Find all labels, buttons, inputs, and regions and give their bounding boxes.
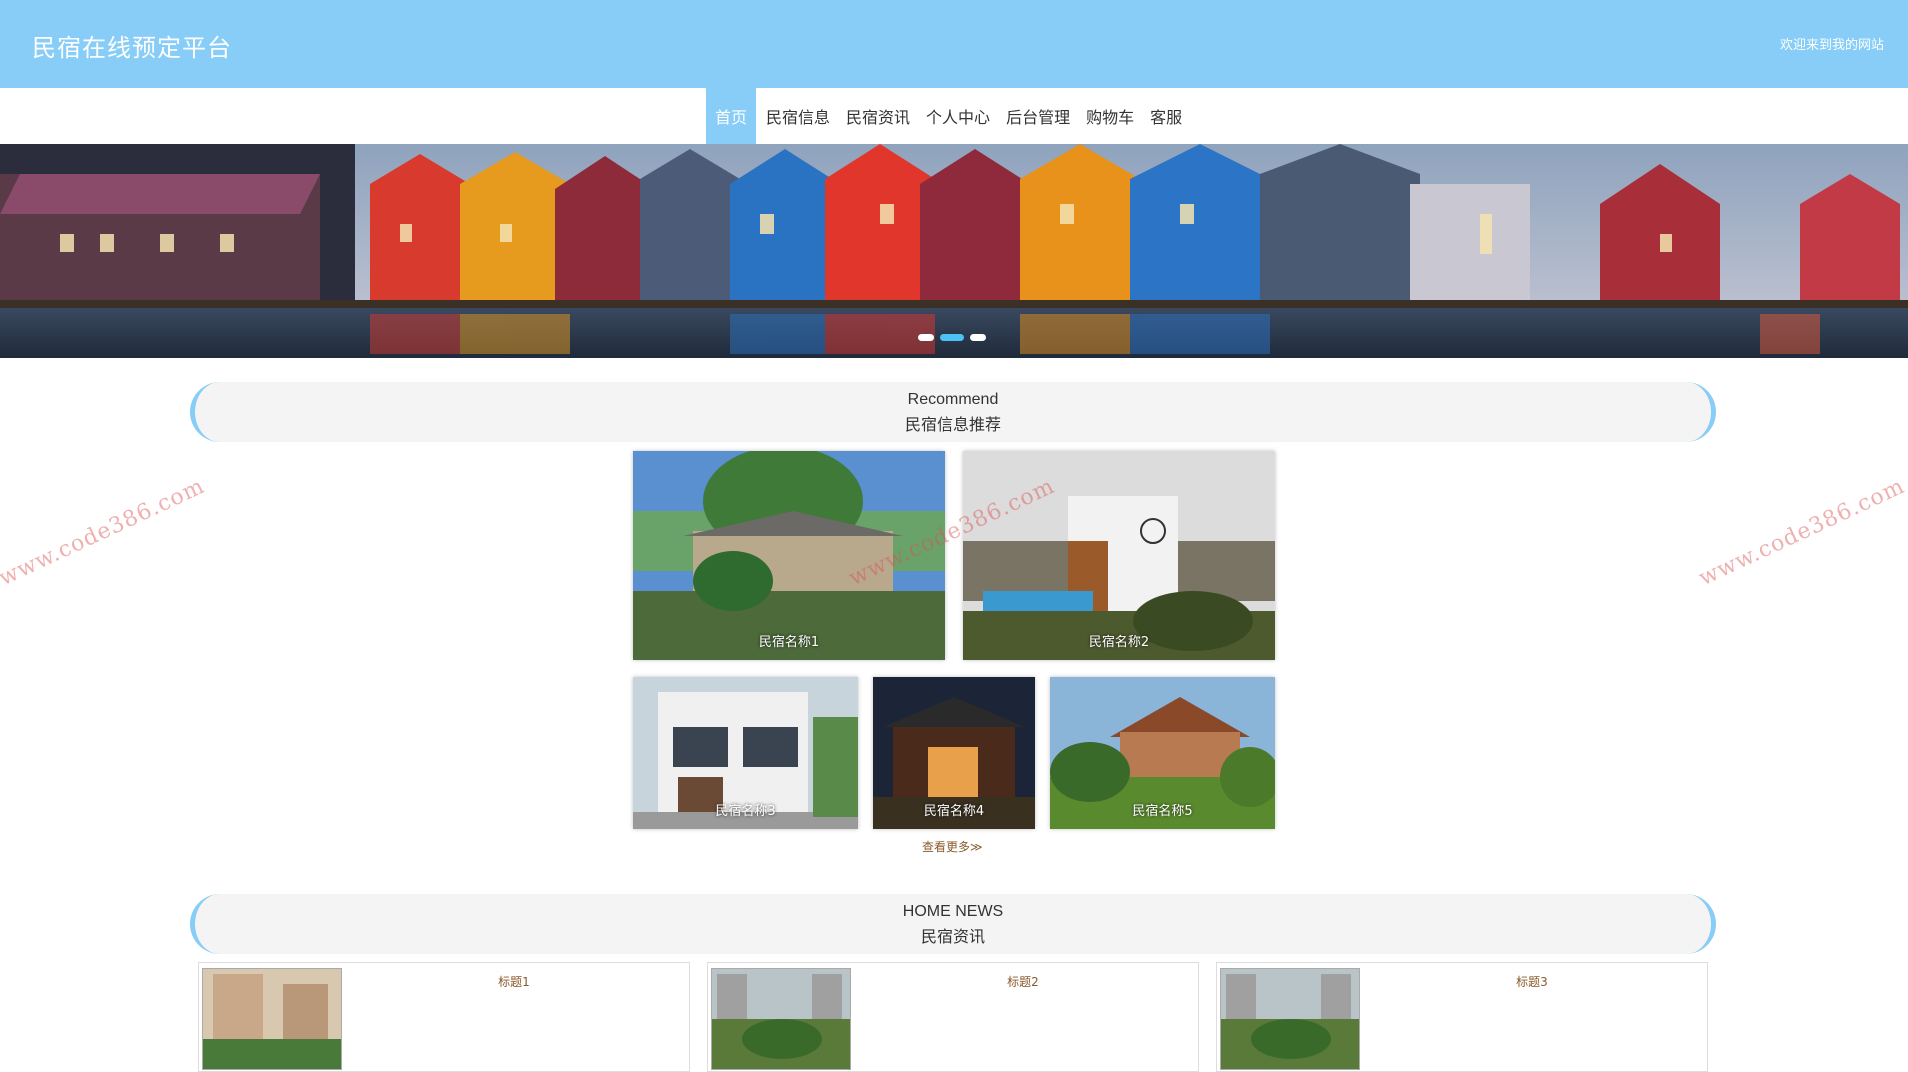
homestay-image-1 (633, 451, 945, 660)
recommend-title-en: Recommend (907, 391, 999, 408)
site-title[interactable]: 民宿在线预定平台 (32, 28, 232, 63)
recommend-section-header: Recommend 民宿信息推荐 (190, 382, 1716, 442)
carousel-dot-3[interactable] (970, 334, 986, 341)
nav-item-homestay-news[interactable]: 民宿资讯 (838, 88, 918, 144)
nav-item-admin[interactable]: 后台管理 (998, 88, 1078, 144)
carousel-dot-1[interactable] (918, 334, 934, 341)
news-title-cn: 民宿资讯 (920, 927, 985, 946)
nav-list: 首页 民宿信息 民宿资讯 个人中心 后台管理 购物车 客服 (706, 88, 1190, 144)
nav-item-personal-center[interactable]: 个人中心 (918, 88, 998, 144)
nav-item-customer-service[interactable]: 客服 (1142, 88, 1190, 144)
watermark-right: www.code386.com (1695, 473, 1908, 592)
news-section-header: HOME NEWS 民宿资讯 (190, 894, 1716, 954)
recommend-name-1: 民宿名称1 (758, 635, 820, 650)
welcome-text: 欢迎来到我的网站 (1779, 38, 1884, 53)
recommend-card-2[interactable]: 民宿名称2 (963, 451, 1275, 660)
view-more-link[interactable]: 查看更多≫ (922, 838, 983, 855)
homestay-image-2 (963, 451, 1275, 660)
news-card-1[interactable]: 标题1 (198, 962, 690, 1072)
recommend-card-3[interactable]: 民宿名称3 (633, 677, 858, 829)
recommend-name-4: 民宿名称4 (923, 804, 985, 819)
nav-item-home[interactable]: 首页 (706, 88, 757, 144)
recommend-name-3: 民宿名称3 (715, 804, 776, 819)
nav-item-homestay-info[interactable]: 民宿信息 (758, 88, 838, 144)
news-card-3[interactable]: 标题3 (1216, 962, 1708, 1072)
nav-item-cart[interactable]: 购物车 (1078, 88, 1142, 144)
recommend-card-4[interactable]: 民宿名称4 (873, 677, 1035, 829)
recommend-name-2: 民宿名称2 (1088, 635, 1150, 650)
recommend-title-cn: 民宿信息推荐 (904, 415, 1001, 434)
carousel-dots (918, 334, 986, 341)
watermark-left: www.code386.com (0, 473, 209, 592)
recommend-card-5[interactable]: 民宿名称5 (1050, 677, 1275, 829)
news-title-1: 标题1 (498, 975, 530, 989)
main-nav: 首页 民宿信息 民宿资讯 个人中心 后台管理 购物车 客服 (0, 88, 1908, 144)
news-title-2: 标题2 (1007, 975, 1039, 989)
news-title-3: 标题3 (1516, 975, 1548, 989)
recommend-name-5: 民宿名称5 (1132, 804, 1193, 819)
recommend-card-1[interactable]: 民宿名称1 (633, 451, 945, 660)
banner-image (0, 144, 1908, 358)
top-header: 民宿在线预定平台 欢迎来到我的网站 (0, 0, 1908, 88)
news-card-2[interactable]: 标题2 (707, 962, 1199, 1072)
news-title-en: HOME NEWS (902, 903, 1004, 920)
banner-carousel[interactable] (0, 144, 1908, 358)
carousel-dot-2[interactable] (940, 334, 964, 341)
